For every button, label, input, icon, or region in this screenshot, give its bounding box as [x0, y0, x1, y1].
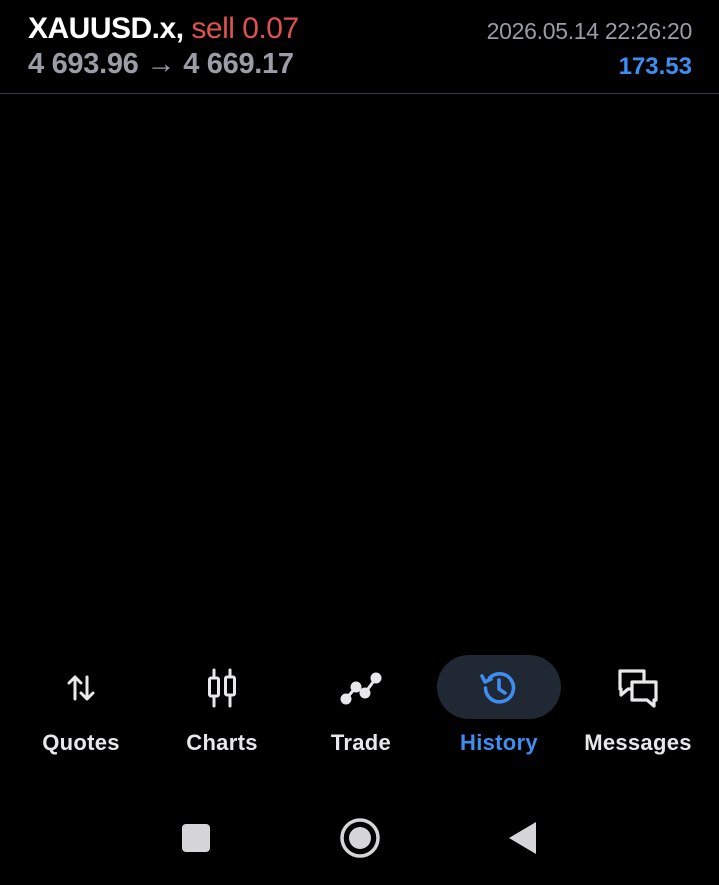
- history-content-area: [0, 95, 719, 650]
- trend-line-icon: [340, 672, 382, 705]
- tab-label: Quotes: [42, 730, 120, 755]
- open-price: 4 693.96: [28, 48, 139, 80]
- tab-label: Trade: [330, 730, 392, 755]
- chat-bubbles-icon: [618, 669, 658, 708]
- tab-label: History: [460, 730, 538, 755]
- system-navigation-bar: [0, 790, 719, 885]
- profit-value: 173.53: [618, 53, 692, 80]
- bottom-tab-bar: Quotes Charts Trade History Messages: [0, 650, 719, 770]
- home-circle-icon[interactable]: [330, 808, 390, 868]
- current-price: 4 669.17: [183, 48, 294, 80]
- position-header[interactable]: XAUUSD.x, sell 0.07 4 693.96 → 4 669.17 20…: [0, 0, 719, 94]
- timestamp: 2026.05.14 22:26:20: [486, 18, 693, 44]
- position-title: XAUUSD.x, sell 0.07: [28, 12, 299, 46]
- recents-square-icon[interactable]: [166, 808, 226, 868]
- arrow-glyph: →: [146, 48, 176, 80]
- tab-messages[interactable]: Messages: [568, 650, 708, 770]
- tab-quotes[interactable]: Quotes: [11, 650, 151, 770]
- tab-label: Charts: [186, 730, 258, 755]
- tab-label: Messages: [584, 730, 692, 755]
- tab-history[interactable]: History: [429, 650, 569, 770]
- back-triangle-icon[interactable]: [494, 808, 554, 868]
- up-down-arrows-icon: [67, 675, 95, 701]
- history-clock-icon: [480, 672, 516, 704]
- symbol-label: XAUUSD.x,: [28, 12, 184, 45]
- price-line: 4 693.96 → 4 669.17: [28, 48, 294, 81]
- tab-trade[interactable]: Trade: [291, 650, 431, 770]
- tab-charts[interactable]: Charts: [152, 650, 292, 770]
- trade-side-volume: sell 0.07: [191, 12, 299, 45]
- candlesticks-icon: [208, 668, 236, 708]
